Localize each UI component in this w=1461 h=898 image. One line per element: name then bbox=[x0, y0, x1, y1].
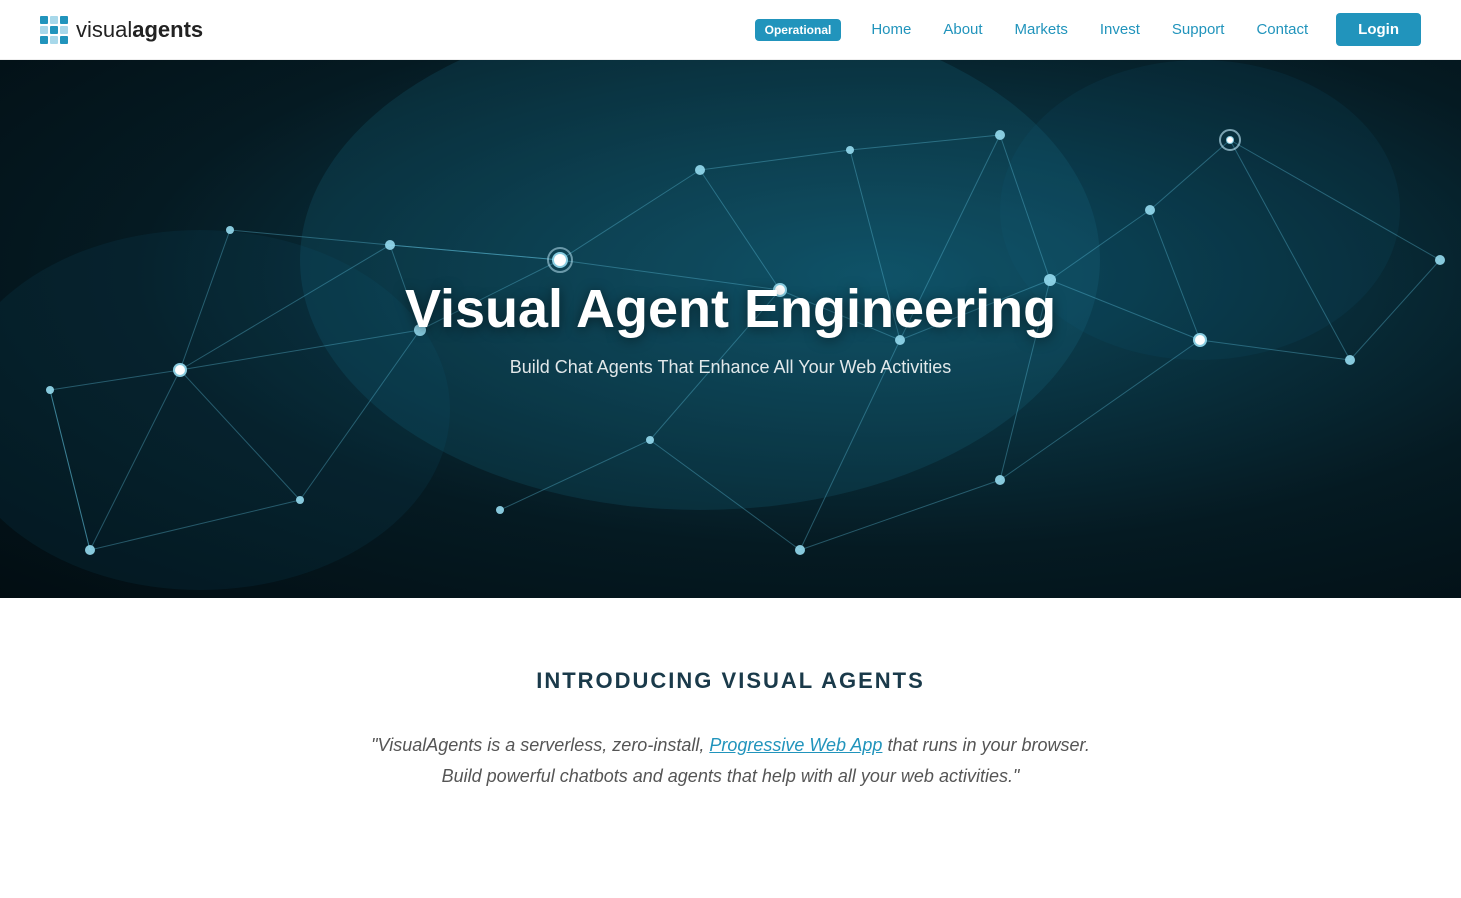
nav-link-home[interactable]: Home bbox=[857, 13, 925, 46]
intro-content: INTRODUCING VISUAL AGENTS "VisualAgents … bbox=[331, 598, 1131, 851]
intro-section: INTRODUCING VISUAL AGENTS "VisualAgents … bbox=[0, 598, 1461, 851]
status-badge: Operational bbox=[755, 19, 842, 41]
logo[interactable]: visualagents bbox=[40, 16, 203, 44]
nav-link-support[interactable]: Support bbox=[1158, 13, 1239, 46]
nav-right: Operational Home About Markets Invest Su… bbox=[755, 13, 1421, 46]
hero-content: Visual Agent Engineering Build Chat Agen… bbox=[405, 280, 1056, 378]
nav-link-markets[interactable]: Markets bbox=[1001, 13, 1082, 46]
intro-quote-before: "VisualAgents is a serverless, zero-inst… bbox=[371, 735, 709, 755]
login-button[interactable]: Login bbox=[1336, 13, 1421, 46]
hero-section: Visual Agent Engineering Build Chat Agen… bbox=[0, 60, 1461, 598]
navbar: visualagents Operational Home About Mark… bbox=[0, 0, 1461, 60]
intro-quote-link[interactable]: Progressive Web App bbox=[709, 735, 882, 755]
intro-title: INTRODUCING VISUAL AGENTS bbox=[371, 668, 1091, 694]
nav-link-invest[interactable]: Invest bbox=[1086, 13, 1154, 46]
intro-quote: "VisualAgents is a serverless, zero-inst… bbox=[371, 730, 1091, 791]
nav-link-about[interactable]: About bbox=[929, 13, 996, 46]
logo-grid-icon bbox=[40, 16, 68, 44]
hero-subtitle: Build Chat Agents That Enhance All Your … bbox=[405, 357, 1056, 378]
hero-title: Visual Agent Engineering bbox=[405, 280, 1056, 339]
logo-text: visualagents bbox=[76, 17, 203, 43]
nav-link-contact[interactable]: Contact bbox=[1242, 13, 1322, 46]
